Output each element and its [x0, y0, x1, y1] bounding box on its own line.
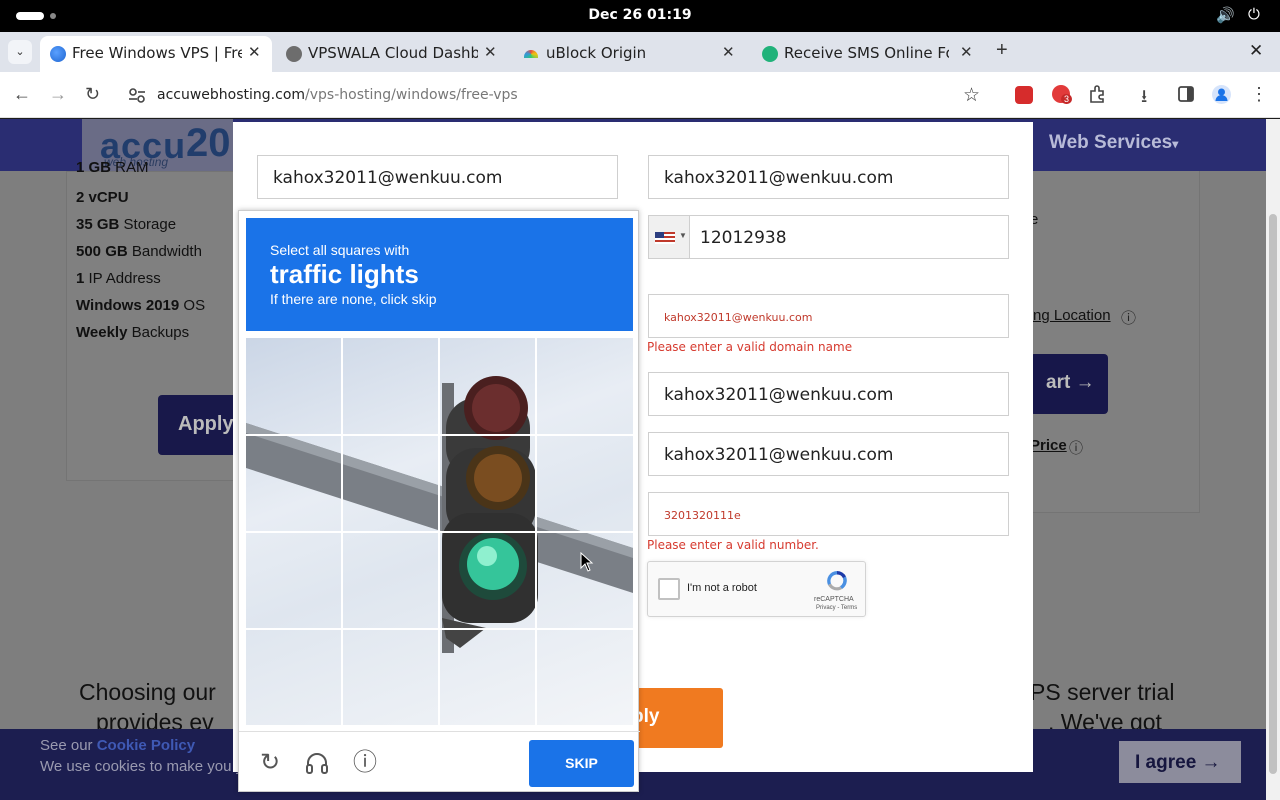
email-field-left[interactable]: kahox32011@wenkuu.com [257, 155, 618, 199]
skip-button[interactable]: SKIP [529, 740, 634, 787]
captcha-hint-text: If there are none, click skip [270, 291, 437, 307]
info-icon[interactable]: ⓘ [1069, 438, 1083, 458]
email-field-right[interactable]: kahox32011@wenkuu.com [648, 155, 1009, 199]
side-panel-icon[interactable] [1178, 86, 1194, 102]
close-tab-icon[interactable]: ✕ [248, 43, 261, 61]
grid-divider [246, 531, 633, 533]
plan-card-right [1030, 171, 1200, 513]
info-icon[interactable]: ⓘ [1121, 307, 1136, 328]
phone-field[interactable]: 12012938 [689, 215, 1009, 259]
close-tab-icon[interactable]: ✕ [722, 43, 735, 61]
price-link[interactable]: Price [1030, 437, 1067, 454]
add-to-cart-button[interactable]: art → [1030, 354, 1108, 414]
captcha-instructions: Select all squares with traffic lights I… [246, 218, 633, 331]
cloud-favicon-icon [50, 46, 66, 62]
bookmark-star-icon[interactable]: ☆ [963, 84, 980, 107]
us-flag-icon [655, 232, 675, 244]
text-field-5[interactable]: kahox32011@wenkuu.com [648, 432, 1009, 476]
download-icon[interactable]: ⭳ [1141, 84, 1147, 114]
page-scrollbar[interactable] [1266, 119, 1280, 800]
captcha-instruction-text: Select all squares with [270, 242, 410, 258]
tab-ublock-origin[interactable]: uBlock Origin ✕ [514, 36, 746, 72]
page-viewport: accu 20 web hosting Web Services▾ 1 GB R… [0, 119, 1266, 800]
url-domain: accuwebhosting.com [157, 87, 306, 103]
volume-icon[interactable]: 🔊 [1216, 6, 1235, 24]
tab-title: Receive SMS Online For [784, 44, 949, 62]
recaptcha-label: I'm not a robot [687, 582, 757, 594]
logo-anniversary-number: 20 [186, 121, 231, 165]
back-button[interactable]: ← [13, 84, 31, 105]
spec-backups: Weekly Backups [76, 324, 190, 341]
globe-favicon-icon [286, 46, 302, 62]
tab-receive-sms[interactable]: Receive SMS Online For ✕ [752, 36, 984, 72]
text-field-4[interactable]: kahox32011@wenkuu.com [648, 372, 1009, 416]
number-field[interactable]: 3201320111e [648, 492, 1009, 536]
reload-button[interactable]: ↻ [85, 84, 100, 105]
site-settings-icon[interactable] [128, 87, 146, 103]
address-bar[interactable]: accuwebhosting.com/vps-hosting/windows/f… [118, 78, 998, 112]
captcha-challenge-popup: Select all squares with traffic lights I… [238, 210, 640, 793]
spec-bandwidth: 500 GB Bandwidth [76, 243, 202, 260]
extension-badge: 3 [1061, 94, 1073, 104]
url-path: /vps-hosting/windows/free-vps [305, 87, 518, 103]
profile-avatar-icon[interactable] [1212, 85, 1231, 104]
tab-title: uBlock Origin [546, 44, 647, 62]
tab-title: Free Windows VPS | Free [72, 44, 242, 62]
rainbow-favicon-icon [524, 50, 538, 58]
close-tab-icon[interactable]: ✕ [484, 43, 497, 61]
nav-web-services-label: Web Services [1049, 132, 1173, 153]
tab-free-windows-vps[interactable]: Free Windows VPS | Free ✕ [40, 36, 272, 72]
captcha-image-grid[interactable] [246, 338, 633, 725]
nav-web-services[interactable]: Web Services▾ [1049, 132, 1178, 154]
reload-challenge-icon[interactable]: ↻ [257, 750, 283, 776]
tab-title: VPSWALA Cloud Dashbo [308, 44, 478, 62]
chevron-down-icon: ▾ [1172, 137, 1179, 151]
extensions-puzzle-icon[interactable] [1088, 85, 1106, 103]
recaptcha-widget: I'm not a robot reCAPTCHA Privacy - Term… [647, 561, 866, 617]
recaptcha-logo-icon [827, 570, 847, 591]
tab-vpswala[interactable]: VPSWALA Cloud Dashbo ✕ [276, 36, 508, 72]
cookie-agree-button[interactable]: I agree → [1119, 741, 1241, 783]
help-info-icon[interactable]: ⓘ [352, 750, 378, 776]
intro-text-left: Choosing our [79, 679, 216, 705]
recaptcha-brand: reCAPTCHA [814, 596, 854, 603]
scrollbar-thumb[interactable] [1269, 214, 1277, 774]
recaptcha-terms-link[interactable]: Privacy - Terms [816, 605, 857, 611]
grid-divider [246, 434, 633, 436]
url-text[interactable]: accuwebhosting.com/vps-hosting/windows/f… [157, 87, 518, 103]
spec-ram: 1 GB RAM [76, 159, 149, 176]
mouse-cursor-icon [580, 552, 594, 572]
spec-os: Windows 2019 OS [76, 297, 206, 314]
spec-storage: 35 GB Storage [76, 216, 177, 233]
number-error-message: Please enter a valid number. [647, 538, 819, 552]
cookie-policy-link[interactable]: Cookie Policy [97, 737, 195, 754]
domain-error-message: Please enter a valid domain name [647, 340, 853, 354]
caret-down-icon: ▼ [679, 231, 687, 240]
close-window-button[interactable]: ✕ [1249, 41, 1263, 61]
domain-field[interactable]: kahox32011@wenkuu.com [648, 294, 1009, 338]
system-top-bar: Dec 26 01:19 🔊 ⏻ [0, 0, 1280, 32]
power-icon[interactable]: ⏻ [1248, 6, 1260, 23]
close-tab-icon[interactable]: ✕ [960, 43, 973, 61]
new-tab-button[interactable]: + [996, 39, 1008, 62]
location-link[interactable]: ng Location [1033, 307, 1111, 324]
sms-favicon-icon [762, 46, 778, 62]
captcha-footer: ↻ ⓘ SKIP [239, 731, 640, 793]
browser-menu-icon[interactable]: ⋮ [1250, 84, 1268, 105]
tab-strip: ⌄ Free Windows VPS | Free ✕ VPSWALA Clou… [0, 32, 1280, 72]
recaptcha-checkbox[interactable] [658, 578, 680, 600]
extension-red-icon[interactable] [1015, 86, 1033, 104]
country-selector[interactable]: ▼ [648, 215, 690, 259]
spec-vcpu: 2 vCPU [76, 189, 129, 206]
intro-text-right: PS server trial [1030, 679, 1175, 705]
system-clock[interactable]: Dec 26 01:19 [0, 7, 1280, 23]
tab-search-icon[interactable]: ⌄ [8, 40, 32, 64]
forward-button[interactable]: → [49, 84, 67, 105]
grid-divider [246, 628, 633, 630]
cookie-see-text: See our Cookie Policy [40, 737, 196, 754]
spec-ip: 1 IP Address [76, 270, 161, 287]
browser-toolbar: ← → ↻ accuwebhosting.com/vps-hosting/win… [0, 72, 1280, 118]
captcha-target-text: traffic lights [270, 259, 419, 289]
audio-challenge-icon[interactable] [304, 750, 330, 776]
